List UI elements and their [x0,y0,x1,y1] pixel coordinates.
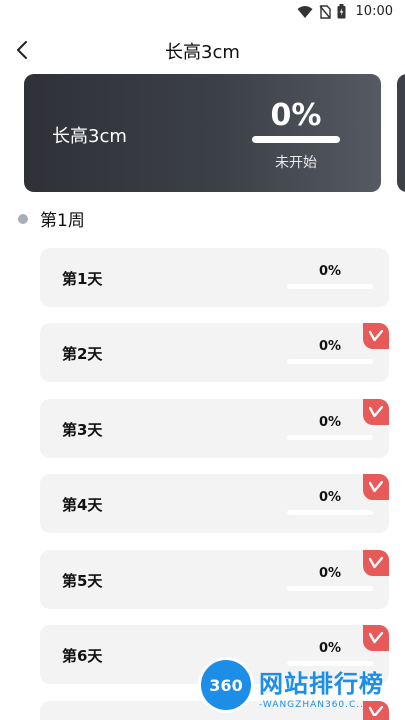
vip-badge-icon [363,625,389,651]
day-progress-percent: 0% [318,339,342,354]
watermark-logo-icon: 360 [201,660,251,710]
day-label: 第6天 [62,647,103,665]
day-progress-bar [287,586,373,591]
vip-badge-icon [363,323,389,349]
day-progress-percent: 0% [318,566,342,581]
day-card[interactable]: 第1天 0% [40,248,389,307]
status-bar: 10:00 [0,0,405,24]
plan-summary-card[interactable]: 长高3cm 0% 未开始 [24,74,381,192]
day-card[interactable]: 第5天 0% [40,550,389,609]
day-progress-bar [287,435,373,440]
status-icons: 10:00 [297,4,393,19]
watermark: 360 网站排行榜 -WANGZHAN360.C... [195,656,405,720]
vip-badge-icon [363,399,389,425]
day-label: 第1天 [62,270,103,288]
day-progress-percent: 0% [318,490,342,505]
week-label: 第1周 [40,211,85,231]
day-progress-percent: 0% [318,264,342,279]
plan-progress-bar [252,136,340,143]
day-progress-bar [287,359,373,364]
day-label: 第4天 [62,496,103,514]
plan-progress-percent: 0% [270,98,322,133]
plan-name: 长高3cm [52,126,127,147]
page-title: 长高3cm [165,42,240,63]
day-progress-percent: 0% [318,641,342,656]
day-progress-percent: 0% [318,415,342,430]
plan-status: 未开始 [275,155,317,171]
week-bullet-dot [18,213,28,224]
day-card[interactable]: 第4天 0% [40,474,389,533]
vip-badge-icon [363,550,389,576]
day-progress-bar [287,284,373,289]
watermark-title: 网站排行榜 [259,670,384,698]
vip-badge-icon [363,474,389,500]
nav-bar: 长高3cm [0,28,405,72]
week-header: 第1周 [18,206,85,231]
day-progress-bar [287,510,373,515]
next-plan-card-peek[interactable] [397,74,405,192]
no-sim-icon [318,4,331,19]
day-label: 第2天 [62,345,103,363]
wifi-icon [297,5,313,18]
day-label: 第3天 [62,421,103,439]
watermark-subtitle: -WANGZHAN360.C... [259,700,368,710]
day-card[interactable]: 第3天 0% [40,399,389,458]
battery-icon [337,4,346,19]
day-card[interactable]: 第2天 0% [40,323,389,382]
day-label: 第5天 [62,572,103,590]
status-time: 10:00 [355,4,393,19]
